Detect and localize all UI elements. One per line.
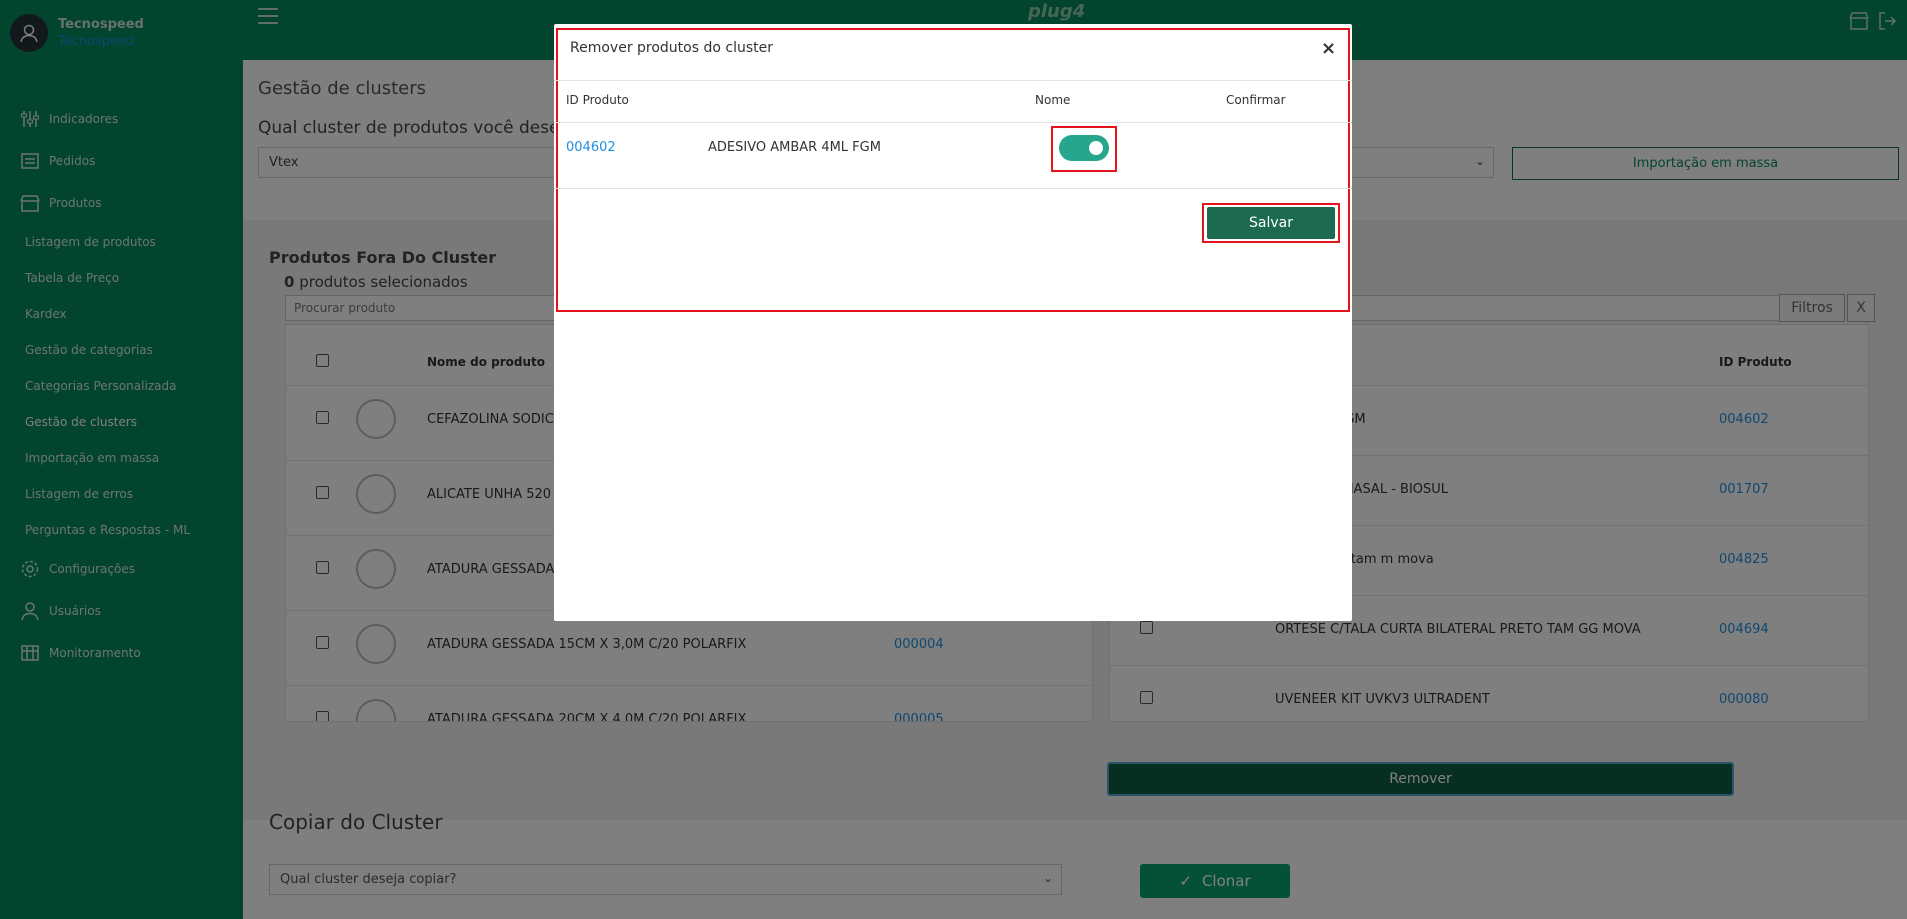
close-icon[interactable]: × [1321,38,1336,59]
save-button[interactable]: Salvar [1207,207,1335,239]
confirm-toggle[interactable] [1059,135,1109,161]
divider [554,122,1352,123]
modal-product-name: ADESIVO AMBAR 4ML FGM [708,140,881,155]
modal-column-name: Nome [1035,93,1071,107]
divider [554,80,1352,81]
highlight-modal-frame [556,28,1350,312]
modal-title: Remover produtos do cluster [570,40,773,56]
toggle-knob [1087,139,1105,157]
modal-product-id[interactable]: 004602 [566,140,616,155]
divider [554,188,1352,189]
modal-column-id: ID Produto [566,93,629,107]
remove-products-modal: Remover produtos do cluster × ID Produto… [554,24,1352,621]
modal-column-confirm: Confirmar [1226,93,1286,107]
